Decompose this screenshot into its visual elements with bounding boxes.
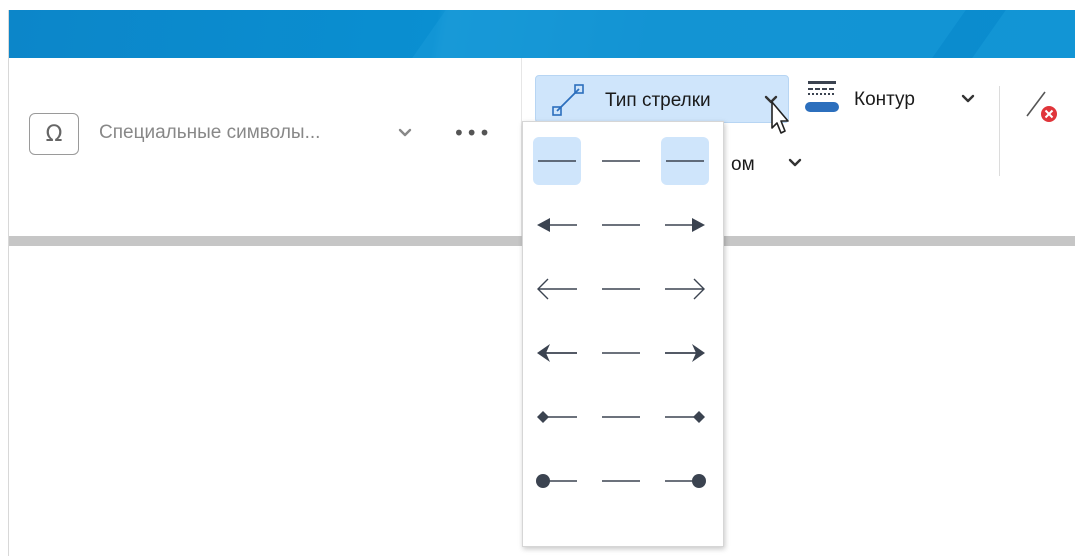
arrow-option-begin-none[interactable] [533,137,581,185]
arrow-option-line[interactable] [597,137,645,185]
arrow-option-begin-stealth[interactable] [533,329,581,377]
stealth-arrow-left-icon [537,344,577,362]
line-icon [602,352,640,354]
arrow-option-end-open[interactable] [661,265,709,313]
no-outline-icon[interactable] [1021,88,1061,124]
filled-arrow-right-icon [665,218,705,232]
circle-left-icon [536,474,577,488]
arrow-option-line[interactable] [597,393,645,441]
filled-arrow-left-icon [537,218,577,232]
line-icon [602,480,640,482]
contour-label[interactable]: Контур [854,89,915,111]
omega-icon[interactable]: Ω [29,113,79,155]
hidden-button-label[interactable]: ом [731,154,755,176]
arrow-type-icon [552,84,584,116]
arrow-option-end-filled[interactable] [661,201,709,249]
mouse-cursor-icon [771,101,789,134]
stealth-arrow-right-icon [665,344,705,362]
circle-right-icon [665,474,706,488]
arrow-option-begin-circle[interactable] [533,457,581,505]
arrow-type-dropdown [522,121,724,547]
special-symbols-label[interactable]: Специальные символы... [99,122,320,144]
arrow-option-begin-open[interactable] [533,265,581,313]
line-icon [538,160,576,162]
arrow-option-line[interactable] [597,329,645,377]
diamond-left-icon [537,411,577,423]
arrow-option-begin-diamond[interactable] [533,393,581,441]
chevron-down-icon[interactable] [788,156,802,170]
line-icon [602,224,640,226]
ribbon-divider [999,86,1000,176]
chevron-down-icon[interactable] [961,92,975,106]
arrow-option-end-diamond[interactable] [661,393,709,441]
arrow-option-end-stealth[interactable] [661,329,709,377]
arrow-option-begin-filled[interactable] [533,201,581,249]
more-dots-icon[interactable]: ••• [453,123,491,143]
arrow-option-line[interactable] [597,201,645,249]
open-arrow-right-icon [665,278,705,300]
arrow-option-end-none[interactable] [661,137,709,185]
chevron-down-icon[interactable] [398,126,412,140]
line-icon [602,416,640,418]
diamond-right-icon [665,411,705,423]
title-bar [9,10,1075,58]
arrow-type-label: Тип стрелки [605,90,711,111]
line-icon [666,160,704,162]
line-icon [602,288,640,290]
arrow-option-line[interactable] [597,457,645,505]
arrow-option-line[interactable] [597,265,645,313]
line-style-icon[interactable] [804,78,840,122]
open-arrow-left-icon [537,278,577,300]
line-icon [602,160,640,162]
arrow-option-end-circle[interactable] [661,457,709,505]
